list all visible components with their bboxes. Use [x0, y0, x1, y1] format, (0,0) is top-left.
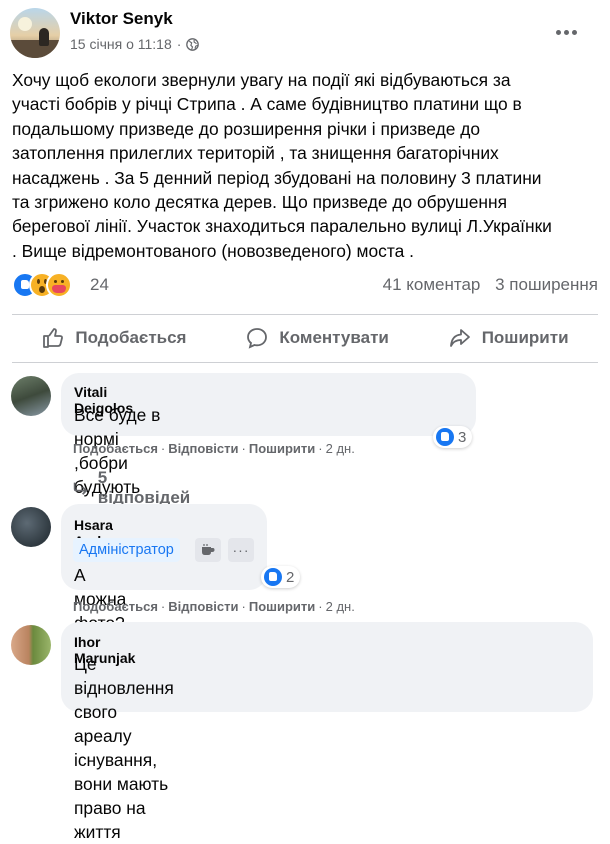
reactions-summary: 24 41 коментар 3 поширення — [12, 272, 598, 298]
reaction-count[interactable]: 24 — [90, 275, 109, 295]
comments-count[interactable]: 41 коментар — [383, 275, 481, 294]
post-action-bar: Подобається Коментувати Поширити — [12, 320, 598, 356]
divider — [12, 362, 598, 363]
commenter-avatar[interactable] — [11, 507, 51, 547]
replies-label: 5 відповідей — [97, 468, 191, 507]
share-label: Поширити — [481, 328, 569, 347]
like-icon — [43, 328, 64, 348]
comment-icon — [247, 328, 268, 349]
comment-reaction-count: 2 — [286, 568, 295, 586]
share-button[interactable]: Поширити — [448, 320, 569, 356]
comment-age[interactable]: 2 дн. — [326, 599, 355, 614]
reply-arrow-icon — [73, 482, 88, 495]
comment-text: Це відновлення свого ареалу існування, в… — [74, 654, 174, 842]
comment-actions: Подобається · Відповісти · Поширити · 2 дн. — [73, 599, 355, 614]
post-header: Viktor Senyk 15 січня о 11:18 · — [0, 0, 610, 62]
view-replies-button[interactable]: 5 відповідей — [72, 468, 192, 508]
comment-share-link[interactable]: Поширити — [249, 441, 315, 456]
more-options-icon[interactable]: ··· — [228, 538, 254, 562]
divider — [12, 314, 598, 315]
like-label: Подобається — [75, 328, 187, 347]
globe-icon — [186, 37, 200, 51]
post-text: Хочу щоб екологи звернули увагу на події… — [12, 70, 552, 261]
comment-reply-link[interactable]: Відповісти — [168, 441, 238, 456]
author-avatar[interactable] — [10, 8, 60, 58]
meta-separator: · — [176, 36, 182, 52]
post-stats: 41 коментар 3 поширення — [373, 275, 598, 295]
commenter-avatar[interactable] — [11, 376, 51, 416]
reaction-icons[interactable] — [12, 272, 82, 298]
comment-share-link[interactable]: Поширити — [249, 599, 315, 614]
shares-count[interactable]: 3 поширення — [495, 275, 598, 294]
comment-like-link[interactable]: Подобається — [73, 599, 158, 614]
author-name[interactable]: Viktor Senyk — [70, 9, 173, 29]
comment-reply-link[interactable]: Відповісти — [168, 599, 238, 614]
coffee-icon[interactable] — [195, 538, 221, 562]
post-meta: 15 січня о 11:18 · — [70, 36, 200, 52]
more-icon[interactable] — [556, 22, 584, 36]
like-reaction-icon — [264, 568, 282, 586]
admin-badge: Адміністратор — [73, 538, 180, 562]
comment-reaction-badge[interactable]: 2 — [261, 566, 301, 588]
comment-button[interactable]: Коментувати — [245, 320, 389, 356]
share-icon — [449, 329, 470, 347]
comment-like-link[interactable]: Подобається — [73, 441, 158, 456]
commenter-avatar[interactable] — [11, 625, 51, 665]
comment-reaction-badge[interactable]: 3 — [433, 426, 473, 448]
like-reaction-icon — [436, 428, 454, 446]
comment-reaction-count: 3 — [458, 428, 467, 446]
comment-actions: Подобається · Відповісти · Поширити · 2 дн. — [73, 441, 355, 456]
care-reaction-icon — [46, 272, 72, 298]
comment-label: Коментувати — [279, 328, 389, 347]
like-button[interactable]: Подобається — [41, 320, 186, 356]
comment-age[interactable]: 2 дн. — [326, 441, 355, 456]
post-timestamp[interactable]: 15 січня о 11:18 — [70, 36, 172, 52]
